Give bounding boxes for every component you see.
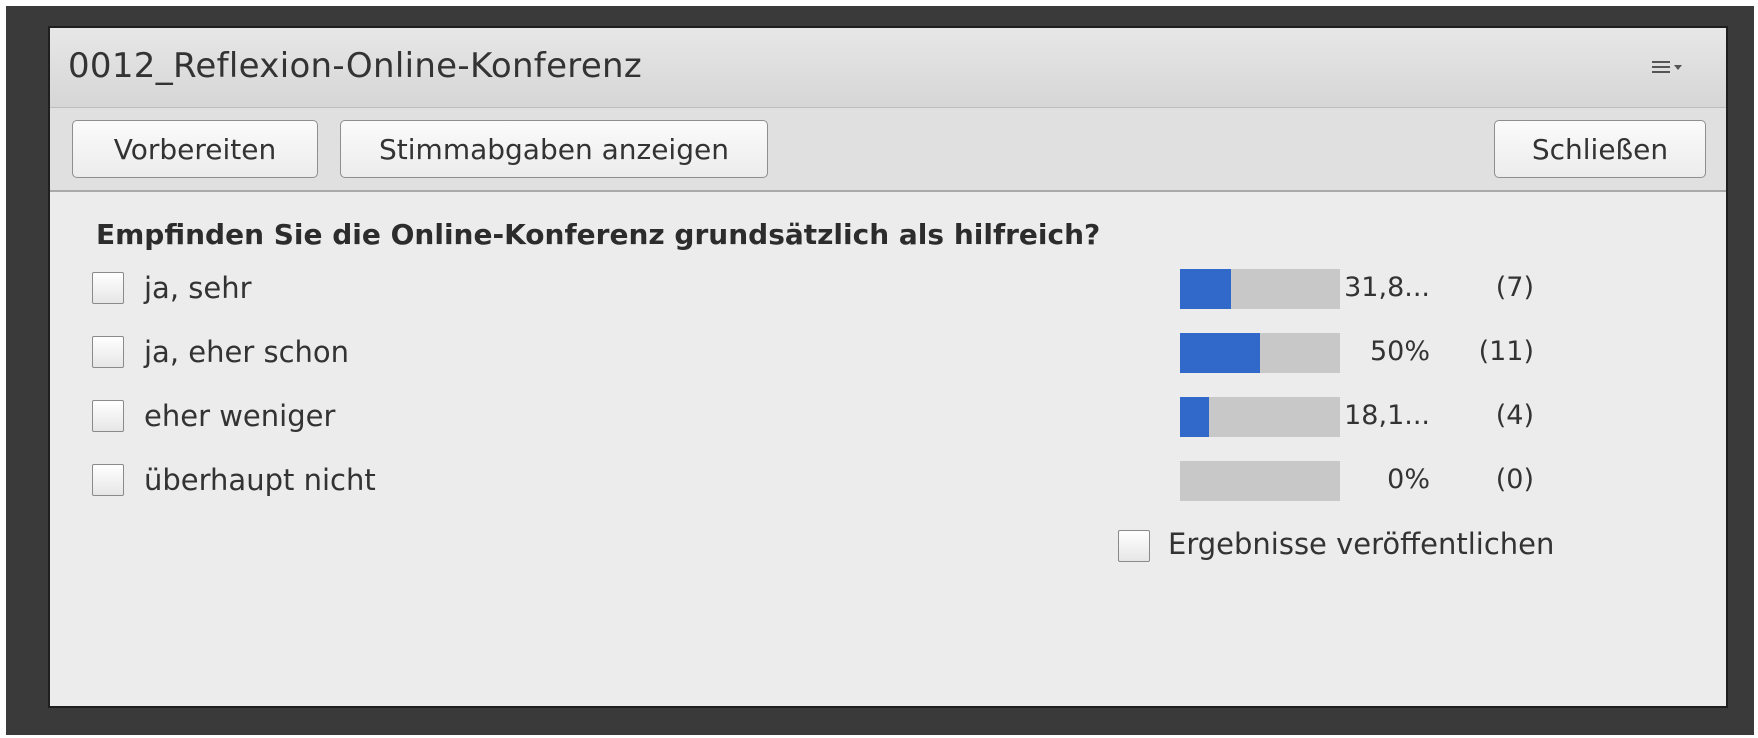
result-bar — [1180, 397, 1340, 437]
option-label: ja, eher schon — [144, 335, 350, 369]
publish-results-checkbox[interactable] — [1118, 530, 1150, 562]
result-count: (7) — [1495, 272, 1534, 303]
window-frame: 0012_Reflexion-Online-Konferenz Vorberei… — [6, 6, 1754, 735]
option-checkbox[interactable] — [92, 464, 124, 496]
pod-toolbar: Vorbereiten Stimmabgaben anzeigen Schlie… — [50, 108, 1726, 192]
poll-option: ja, eher schon 50% (11) — [50, 328, 1726, 378]
result-percent: 31,8... — [1344, 272, 1430, 303]
publish-results-label: Ergebnisse veröffentlichen — [1168, 527, 1555, 561]
option-label: überhaupt nicht — [144, 463, 376, 497]
poll-option: überhaupt nicht 0% (0) — [50, 456, 1726, 506]
option-label: eher weniger — [144, 399, 336, 433]
option-checkbox[interactable] — [92, 400, 124, 432]
poll-option: eher weniger 18,1... (4) — [50, 392, 1726, 442]
result-count: (4) — [1495, 400, 1534, 431]
poll-option: ja, sehr 31,8... (7) — [50, 264, 1726, 314]
poll-question: Empfinden Sie die Online-Konferenz grund… — [96, 218, 1101, 251]
result-bar-fill — [1180, 269, 1231, 309]
option-label: ja, sehr — [144, 271, 252, 305]
option-checkbox[interactable] — [92, 336, 124, 368]
result-bar-fill — [1180, 333, 1260, 373]
result-count: (0) — [1495, 464, 1534, 495]
publish-results-toggle[interactable]: Ergebnisse veröffentlichen — [1118, 524, 1554, 568]
pod-header: 0012_Reflexion-Online-Konferenz — [50, 28, 1726, 108]
close-poll-button[interactable]: Schließen — [1494, 120, 1706, 178]
result-count: (11) — [1478, 336, 1534, 367]
pod-title: 0012_Reflexion-Online-Konferenz — [68, 46, 643, 86]
result-percent: 50% — [1369, 336, 1430, 367]
poll-pod: 0012_Reflexion-Online-Konferenz Vorberei… — [48, 26, 1728, 708]
result-percent: 0% — [1387, 464, 1430, 495]
hamburger-dropdown-icon[interactable] — [1650, 52, 1690, 84]
result-bar — [1180, 269, 1340, 309]
result-bar — [1180, 461, 1340, 501]
result-bar — [1180, 333, 1340, 373]
result-percent: 18,1... — [1344, 400, 1430, 431]
prepare-button[interactable]: Vorbereiten — [72, 120, 318, 178]
result-bar-fill — [1180, 397, 1209, 437]
show-votes-button[interactable]: Stimmabgaben anzeigen — [340, 120, 768, 178]
option-checkbox[interactable] — [92, 272, 124, 304]
